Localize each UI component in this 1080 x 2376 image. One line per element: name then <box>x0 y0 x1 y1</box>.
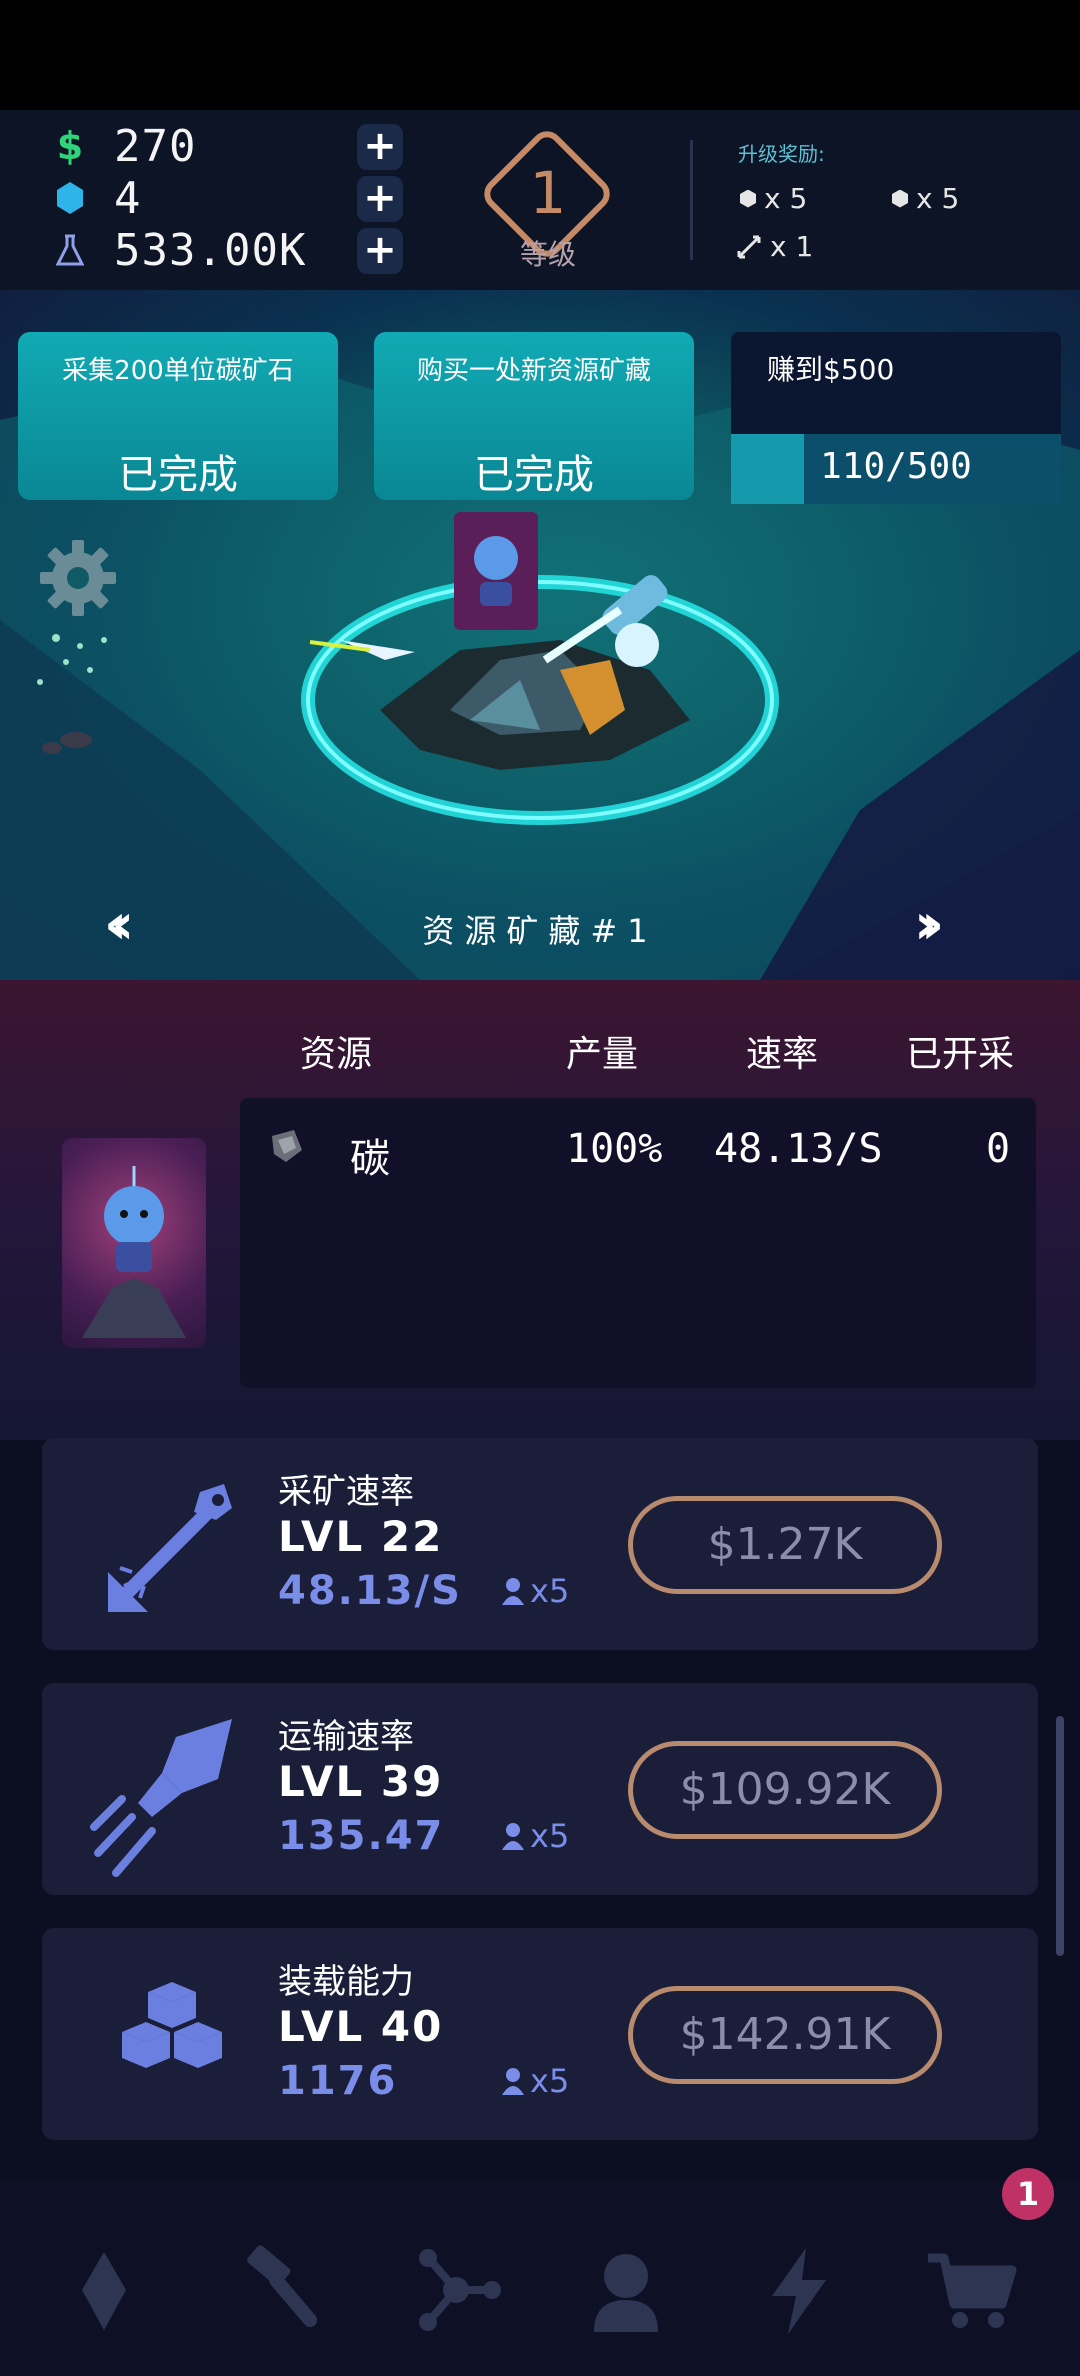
miner-card[interactable] <box>62 1138 206 1348</box>
reward-item: x 5 <box>892 182 959 215</box>
add-money-button[interactable]: + <box>357 124 403 170</box>
drill-icon <box>737 235 761 258</box>
upgrade-rate: 48.13/S <box>278 1568 462 1614</box>
quest-progress-bar: 110/500 <box>731 434 1061 504</box>
resource-name: 碳 <box>350 1136 390 1182</box>
col-header-rate: 速率 <box>746 1034 819 1075</box>
quest-card[interactable]: 购买一处新资源矿藏 已完成 <box>374 332 694 500</box>
gem-value: 4 <box>114 172 142 224</box>
resource-output: 100% <box>566 1126 663 1172</box>
money-value: 270 <box>114 120 197 172</box>
nav-hammer-icon[interactable] <box>228 2240 328 2340</box>
currency-gems: 4 <box>52 172 142 224</box>
robot-miner-avatar <box>82 1166 186 1338</box>
upgrade-name: 采矿速率 <box>278 1472 414 1512</box>
upgrade-card-transport-rate: 运输速率 LVL 39 135.47 x5 $109.92K <box>42 1683 1038 1895</box>
hexagon-icon <box>892 189 908 208</box>
level-label: 等级 <box>519 238 576 271</box>
person-icon <box>502 1823 524 1850</box>
resource-mined: 0 <box>986 1126 1011 1172</box>
currency-money: $ 270 <box>52 120 196 172</box>
status-bar <box>0 0 1080 110</box>
upgrade-multiplier: x5 <box>502 2062 569 2100</box>
col-header-output: 产量 <box>566 1034 639 1075</box>
research-value: 533.00K <box>114 224 307 276</box>
level-indicator[interactable]: 1 等级 <box>477 124 618 271</box>
scrollbar[interactable] <box>1056 1716 1064 1956</box>
upgrade-card-load-capacity: 装载能力 LVL 40 1176 x5 $142.91K <box>42 1928 1038 2140</box>
reward-item: x 5 <box>740 182 807 215</box>
person-icon <box>502 2068 524 2095</box>
bottom-navigation <box>0 2182 1080 2376</box>
rocket-icon <box>82 1707 252 1877</box>
flask-icon <box>52 228 88 272</box>
upgrade-level: LVL 39 <box>278 1757 444 1806</box>
cubes-icon <box>82 1952 252 2122</box>
nav-manager-person-icon[interactable] <box>576 2240 676 2340</box>
drill-icon <box>82 1462 252 1632</box>
reward-item: x 1 <box>736 230 813 263</box>
quest-status: 已完成 <box>118 452 238 498</box>
nav-shop-cart-icon[interactable] <box>922 2240 1022 2340</box>
upgrade-name: 装载能力 <box>278 1962 414 2002</box>
person-icon <box>502 1578 524 1605</box>
carbon-ore-icon <box>268 1128 304 1168</box>
shop-notification-badge: 1 <box>1002 2168 1054 2220</box>
divider <box>690 140 693 260</box>
quest-title: 采集200单位碳矿石 <box>62 356 294 386</box>
col-header-resource: 资源 <box>300 1034 373 1075</box>
settings-gear-icon[interactable] <box>36 536 120 620</box>
upgrade-level: LVL 40 <box>278 2002 444 2051</box>
next-deposit-button[interactable]: ›› <box>914 892 944 957</box>
reward-title: 升级奖励: <box>738 142 825 166</box>
upgrade-multiplier: x5 <box>502 1572 569 1610</box>
currency-research: 533.00K <box>52 224 306 276</box>
quest-progress-text: 110/500 <box>820 446 972 487</box>
upgrade-price-button[interactable]: $109.92K <box>628 1741 942 1839</box>
upgrade-level: LVL 22 <box>278 1512 444 1561</box>
upgrade-rate: 135.47 <box>278 1813 445 1859</box>
quest-title: 赚到$500 <box>767 353 895 386</box>
quest-card[interactable]: 赚到$500 110/500 <box>731 332 1061 504</box>
gem-icon <box>52 176 88 220</box>
upgrade-name: 运输速率 <box>278 1717 414 1757</box>
add-research-button[interactable]: + <box>357 228 403 274</box>
quest-card[interactable]: 采集200单位碳矿石 已完成 <box>18 332 338 500</box>
nav-mine-gem-icon[interactable] <box>54 2240 154 2340</box>
resource-rate: 48.13/S <box>714 1126 883 1172</box>
upgrade-card-mining-rate: 采矿速率 LVL 22 48.13/S x5 $1.27K <box>42 1438 1038 1650</box>
quest-status: 已完成 <box>474 452 594 498</box>
nav-network-icon[interactable] <box>406 2240 506 2340</box>
col-header-mined: 已开采 <box>906 1034 1015 1075</box>
level-number: 1 <box>529 159 567 227</box>
upgrade-price-button[interactable]: $1.27K <box>628 1496 942 1594</box>
upgrade-price-button[interactable]: $142.91K <box>628 1986 942 2084</box>
quest-title: 购买一处新资源矿藏 <box>416 356 651 386</box>
add-gems-button[interactable]: + <box>357 176 403 222</box>
hexagon-icon <box>740 189 756 208</box>
upgrade-multiplier: x5 <box>502 1817 569 1855</box>
upgrade-rate: 1176 <box>278 2058 398 2104</box>
dollar-icon: $ <box>56 124 84 168</box>
nav-boost-lightning-icon[interactable] <box>748 2240 848 2340</box>
